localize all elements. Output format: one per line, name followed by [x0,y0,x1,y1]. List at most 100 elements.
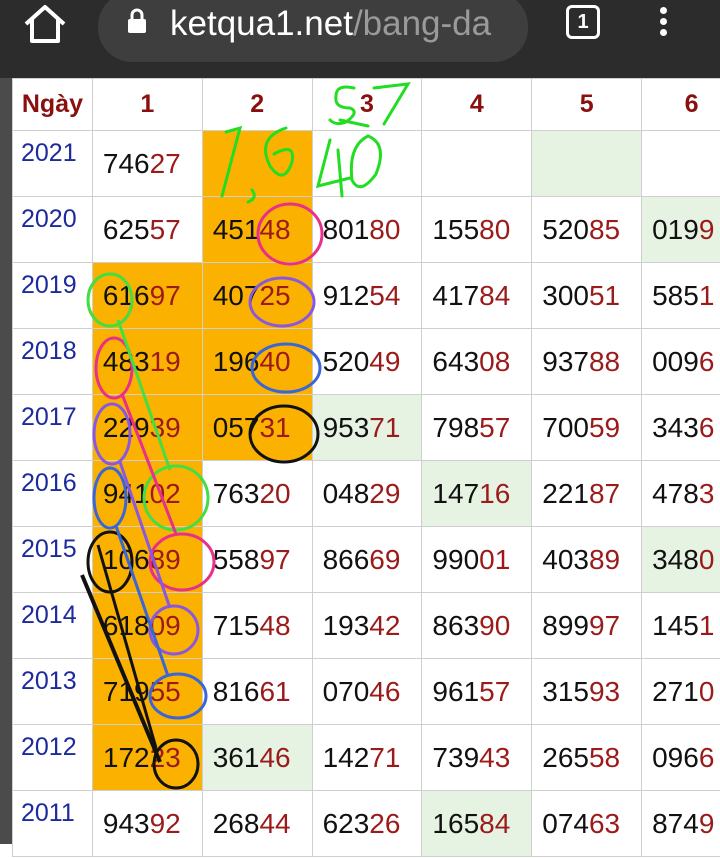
year-cell[interactable]: 2015 [13,527,93,593]
result-cell: 3480 [642,527,720,593]
result-tail-digits: 48 [259,610,290,641]
result-cell: 86390 [422,593,532,659]
result-head-digits: 145 [652,610,699,641]
result-head-digits: 172 [103,742,150,773]
result-head-digits: 019 [652,214,699,245]
home-icon[interactable] [22,4,68,44]
result-head-digits: 048 [323,478,370,509]
result-tail-digits: 89 [589,544,620,575]
result-tail-digits: 88 [589,346,620,377]
table-row: 201371955816610704696157315932710 [13,659,720,725]
result-head-digits: 074 [542,808,589,839]
year-cell[interactable]: 2011 [13,791,93,857]
result-head-digits: 478 [652,478,699,509]
result-tail-digits: 84 [479,808,510,839]
column-header-5: 5 [532,79,642,131]
result-tail-digits: 42 [369,610,400,641]
result-head-digits: 520 [323,346,370,377]
result-tail-digits: 0 [699,676,715,707]
result-cell: 40725 [202,263,312,329]
result-cell: 15580 [422,197,532,263]
result-head-digits: 616 [103,280,150,311]
result-head-digits: 961 [432,676,479,707]
result-cell: 17223 [92,725,202,791]
result-cell: 61809 [92,593,202,659]
result-cell: 76320 [202,461,312,527]
result-tail-digits: 61 [259,676,290,707]
result-tail-digits: 58 [589,742,620,773]
column-header-1: 1 [92,79,202,131]
result-tail-digits: 46 [369,676,400,707]
result-head-digits: 417 [432,280,479,311]
result-head-digits: 057 [213,412,260,443]
result-cell: 86669 [312,527,422,593]
result-tail-digits: 57 [479,412,510,443]
result-tail-digits: 92 [150,808,181,839]
result-tail-digits: 87 [589,478,620,509]
result-head-digits: 165 [432,808,479,839]
result-cell: 81661 [202,659,312,725]
result-cell: 22939 [92,395,202,461]
result-cell: 16584 [422,791,532,857]
result-head-digits: 953 [323,412,370,443]
result-cell: 45148 [202,197,312,263]
year-cell[interactable]: 2016 [13,461,93,527]
result-cell [642,131,720,197]
result-tail-digits: 3 [699,478,715,509]
result-tail-digits: 85 [589,214,620,245]
result-cell: 30051 [532,263,642,329]
year-cell[interactable]: 2013 [13,659,93,725]
result-cell: 07463 [532,791,642,857]
result-tail-digits: 01 [479,544,510,575]
result-cell: 3436 [642,395,720,461]
result-tail-digits: 97 [589,610,620,641]
table-row: 201194392268446232616584074638749 [13,791,720,857]
result-cell: 94392 [92,791,202,857]
year-cell[interactable]: 2021 [13,131,93,197]
url-text[interactable]: ketqua1.net/bang-da [170,2,491,46]
page-edge [0,78,12,844]
result-cell [422,131,532,197]
result-tail-digits: 71 [369,742,400,773]
result-tail-digits: 16 [479,478,510,509]
menu-icon[interactable] [652,4,674,44]
result-tail-digits: 55 [150,676,181,707]
table-row: 201694102763200482914716221874783 [13,461,720,527]
result-head-digits: 643 [432,346,479,377]
url-path: /bang-da [353,4,491,43]
column-header-2: 2 [202,79,312,131]
result-cell: 36146 [202,725,312,791]
result-tail-digits: 57 [150,214,181,245]
result-tail-digits: 44 [259,808,290,839]
tabs-icon[interactable]: 1 [566,5,600,39]
result-head-digits: 229 [103,412,150,443]
result-cell: 4783 [642,461,720,527]
browser-toolbar: ketqua1.net/bang-da 1 [0,0,720,78]
result-tail-digits: 02 [150,478,181,509]
result-head-digits: 625 [103,214,150,245]
year-cell[interactable]: 2017 [13,395,93,461]
result-tail-digits: 1 [699,610,715,641]
result-cell: 89997 [532,593,642,659]
result-head-digits: 147 [432,478,479,509]
result-cell: 48319 [92,329,202,395]
result-cell: 05731 [202,395,312,461]
result-tail-digits: 57 [479,676,510,707]
result-cell: 8749 [642,791,720,857]
year-cell[interactable]: 2012 [13,725,93,791]
result-tail-digits: 80 [479,214,510,245]
result-cell [312,131,422,197]
result-cell: 0199 [642,197,720,263]
year-cell[interactable]: 2018 [13,329,93,395]
header-row: Ngày123456 [13,79,720,131]
result-cell: 79857 [422,395,532,461]
lock-icon [126,8,148,34]
year-cell[interactable]: 2020 [13,197,93,263]
year-cell[interactable]: 2014 [13,593,93,659]
table-row: 201961697407259125441784300515851 [13,263,720,329]
result-cell: 14716 [422,461,532,527]
year-cell[interactable]: 2019 [13,263,93,329]
result-head-digits: 874 [652,808,699,839]
result-cell: 0096 [642,329,720,395]
table-row: 201217223361461427173943265580966 [13,725,720,791]
